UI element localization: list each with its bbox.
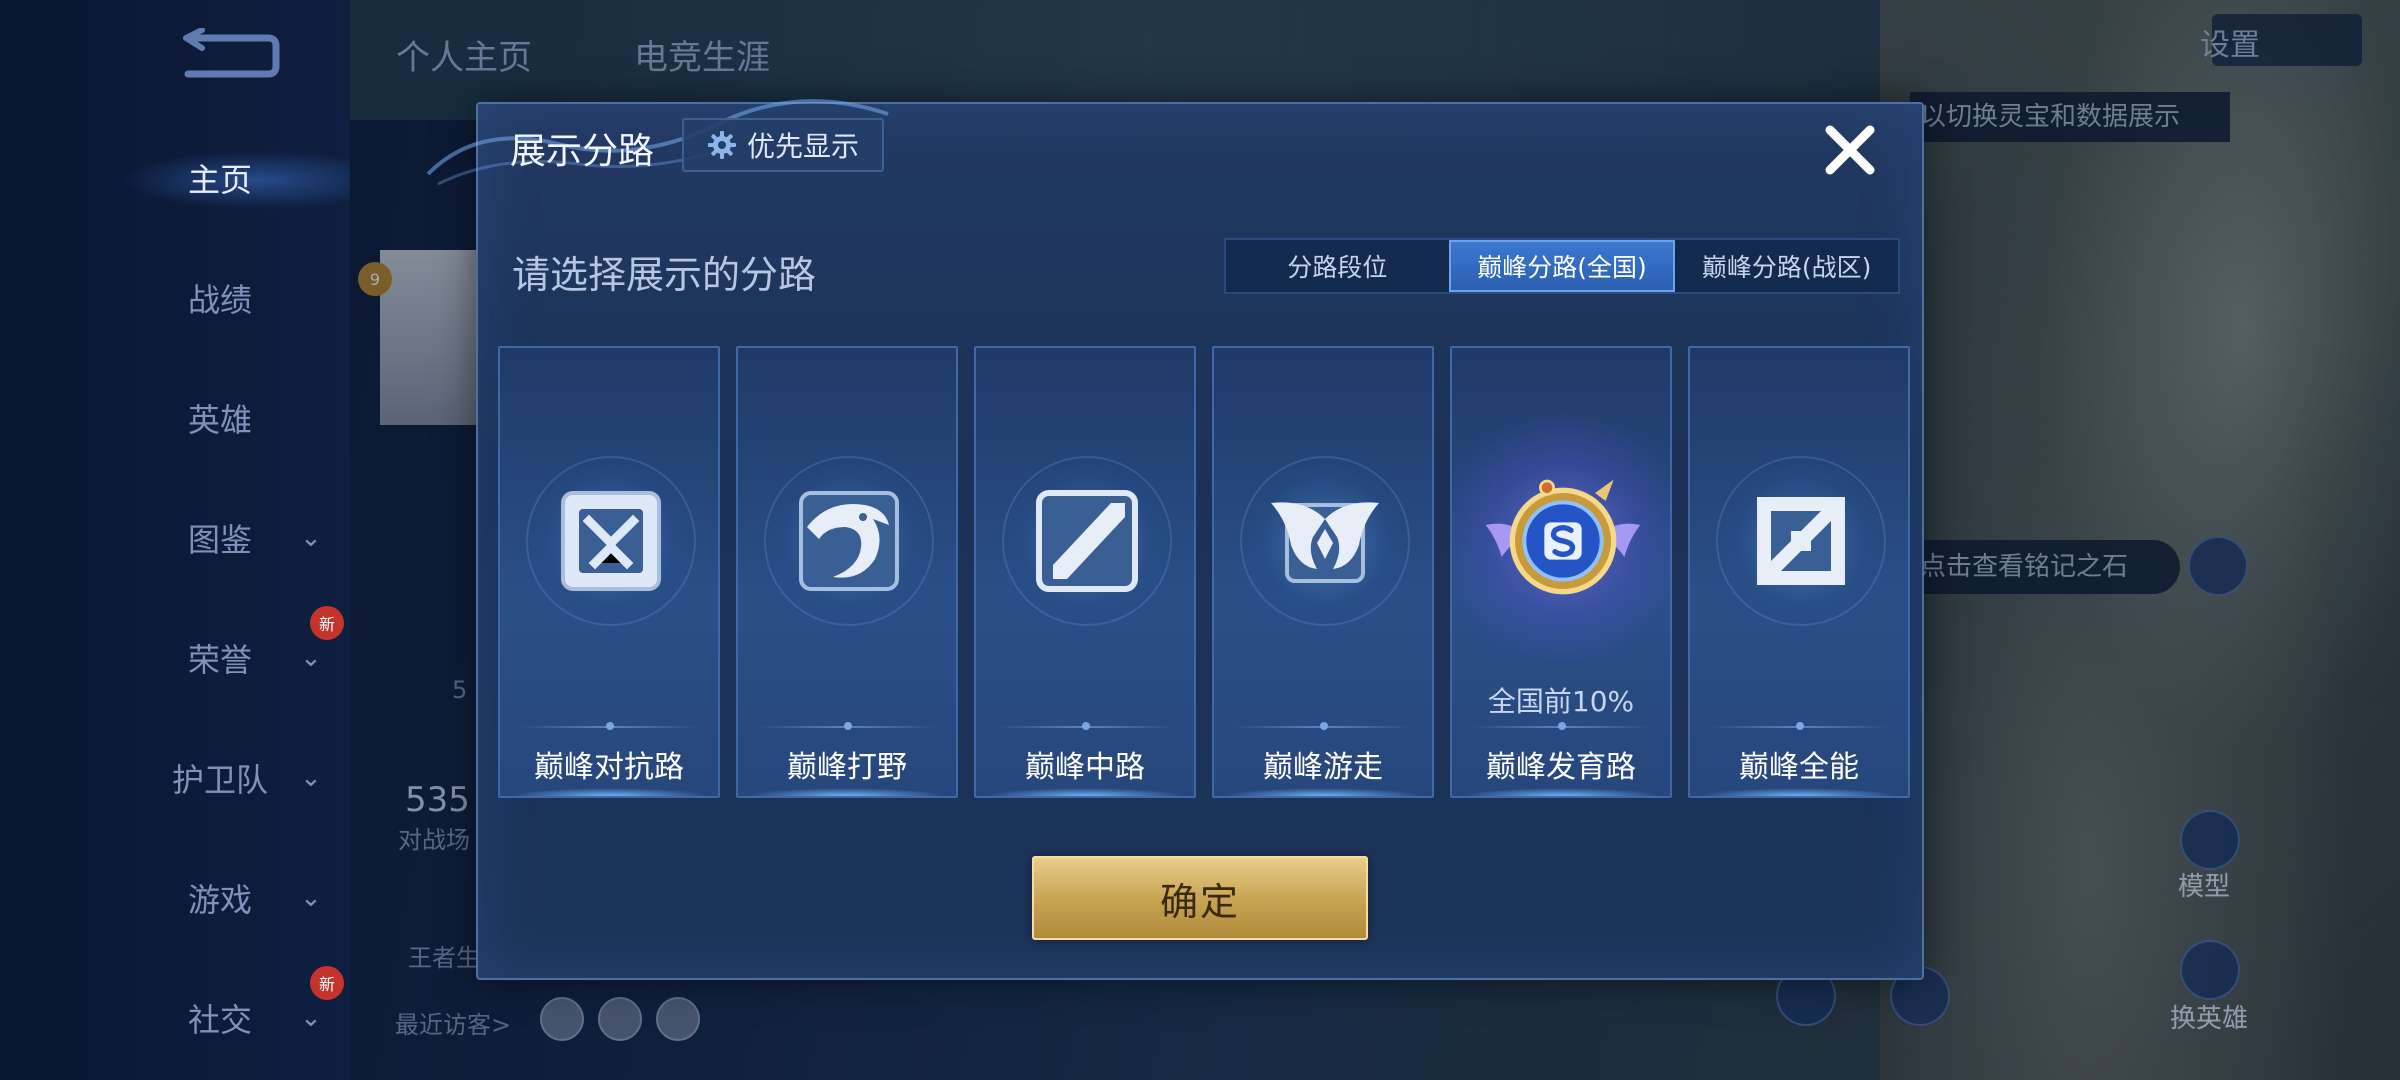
chevron-down-icon: ⌄ <box>300 523 322 553</box>
all-round-icon <box>1757 497 1845 585</box>
segment-peak-lane-national[interactable]: 巅峰分路(全国) <box>1448 240 1676 292</box>
lane-name: 巅峰全能 <box>1739 750 1859 785</box>
priority-display-button[interactable]: 优先显示 <box>682 118 884 172</box>
dialog-title: 展示分路 <box>510 131 655 172</box>
chevron-down-icon: ⌄ <box>300 643 322 673</box>
lane-card-jungle[interactable]: 巅峰打野 <box>736 346 958 798</box>
lane-card-mid[interactable]: 巅峰中路 <box>974 346 1196 798</box>
left-sidebar: 主页 战绩 英雄 图鉴 ⌄ 荣誉 ⌄ 新护卫队 ⌄ 游戏 ⌄ 社交 ⌄ 新 <box>0 0 350 1080</box>
nav-item-label: 游戏 <box>187 881 252 919</box>
confirm-label: 确定 <box>1159 879 1240 924</box>
lane-card-all-round[interactable]: 巅峰全能 <box>1688 346 1910 798</box>
lane-rank: 全国前10% <box>1487 685 1635 718</box>
nav-item[interactable]: 荣誉 ⌄ <box>150 628 340 688</box>
lane-name: 巅峰打野 <box>787 750 907 785</box>
nav-item[interactable]: 主页 <box>150 148 340 208</box>
nav-item-label: 护卫队 <box>171 761 268 799</box>
card-divider-dot <box>1082 722 1090 730</box>
new-badge: 新 <box>310 966 344 1000</box>
nav-item[interactable]: 英雄 <box>150 388 340 448</box>
card-divider-dot <box>606 722 614 730</box>
new-badge: 新 <box>310 606 344 640</box>
select-lane-prompt: 请选择展示的分路 <box>512 253 817 297</box>
nav-item[interactable]: 游戏 ⌄ <box>150 868 340 928</box>
nav-item[interactable]: 图鉴 ⌄ <box>150 508 340 568</box>
nav-item-label: 荣誉 <box>187 641 252 679</box>
lane-card-clash[interactable]: 巅峰对抗路 <box>498 346 720 798</box>
nav-item-label: 战绩 <box>187 281 252 319</box>
lane-type-segmented-control: 分路段位 巅峰分路(全国) 巅峰分路(战区) <box>1224 238 1900 294</box>
chevron-down-icon: ⌄ <box>300 883 322 913</box>
lane-name: 巅峰对抗路 <box>534 750 684 785</box>
confirm-button[interactable]: 确定 <box>1032 856 1368 940</box>
nav-item[interactable]: 战绩 <box>150 268 340 328</box>
lane-name: 巅峰中路 <box>1025 750 1145 785</box>
chevron-down-icon: ⌄ <box>300 763 322 793</box>
segment-lane-rank[interactable]: 分路段位 <box>1226 240 1449 292</box>
crossed-swords-icon <box>561 491 661 591</box>
chevron-down-icon: ⌄ <box>300 1003 322 1033</box>
dragon-icon <box>799 491 899 591</box>
lane-display-dialog: 展示分路 优先显示 请选择展示的分路 分路段位 巅峰分路(全国) 巅峰分路(战区… <box>426 99 1924 980</box>
card-divider-dot <box>1796 722 1804 730</box>
close-icon[interactable] <box>1818 118 1882 182</box>
lane-card-farm[interactable]: 全国前10% 巅峰发育路 <box>1450 346 1672 798</box>
nav-item-label: 英雄 <box>187 401 252 439</box>
nav-item[interactable]: 护卫队 ⌄ <box>150 748 340 808</box>
card-divider-dot <box>844 722 852 730</box>
slash-icon <box>1036 490 1138 592</box>
lane-name: 巅峰发育路 <box>1486 750 1636 785</box>
nav-item-label: 社交 <box>187 1001 252 1039</box>
back-arrow-icon[interactable] <box>180 28 280 84</box>
gear-icon <box>707 131 736 159</box>
lane-name: 巅峰游走 <box>1263 750 1383 785</box>
lane-card-roam[interactable]: 巅峰游走 <box>1212 346 1434 798</box>
card-divider-dot <box>1320 722 1328 730</box>
segment-peak-lane-region[interactable]: 巅峰分路(战区) <box>1675 240 1898 292</box>
nav-item-label: 图鉴 <box>187 521 252 559</box>
card-divider-dot <box>1558 722 1566 730</box>
gold-emblem-icon <box>1485 479 1641 595</box>
lane-card-list: 巅峰对抗路 巅峰打野 巅峰中路 巅峰游走 全国前10% 巅峰发育路 巅峰全能 <box>498 346 1910 800</box>
wings-icon <box>1271 502 1379 583</box>
priority-display-label: 优先显示 <box>746 130 859 163</box>
nav-item-label: 主页 <box>187 161 252 199</box>
nav-item[interactable]: 社交 ⌄ <box>150 988 340 1048</box>
